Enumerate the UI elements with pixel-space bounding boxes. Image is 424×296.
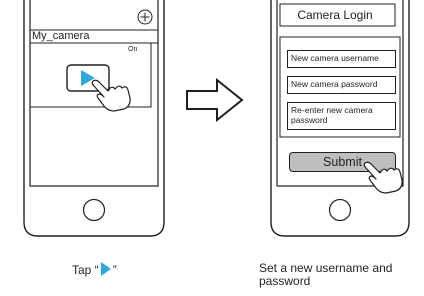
hand-pointer-icon <box>363 161 403 194</box>
camera-login-title: Camera Login <box>297 8 373 22</box>
right-phone-illustration <box>270 0 410 237</box>
caption-prefix: Tap “ <box>72 263 99 277</box>
caption-suffix: ” <box>112 263 117 277</box>
set-credentials-caption: Set a new username and password <box>259 262 393 288</box>
new-username-field[interactable]: New camera username <box>287 50 396 68</box>
tap-play-caption: Tap “ ” <box>72 262 117 277</box>
home-button-icon <box>328 198 352 222</box>
play-icon <box>100 262 111 276</box>
new-password-field[interactable]: New camera password <box>287 76 396 94</box>
reenter-password-field[interactable]: Re-enter new camera password <box>287 102 396 130</box>
